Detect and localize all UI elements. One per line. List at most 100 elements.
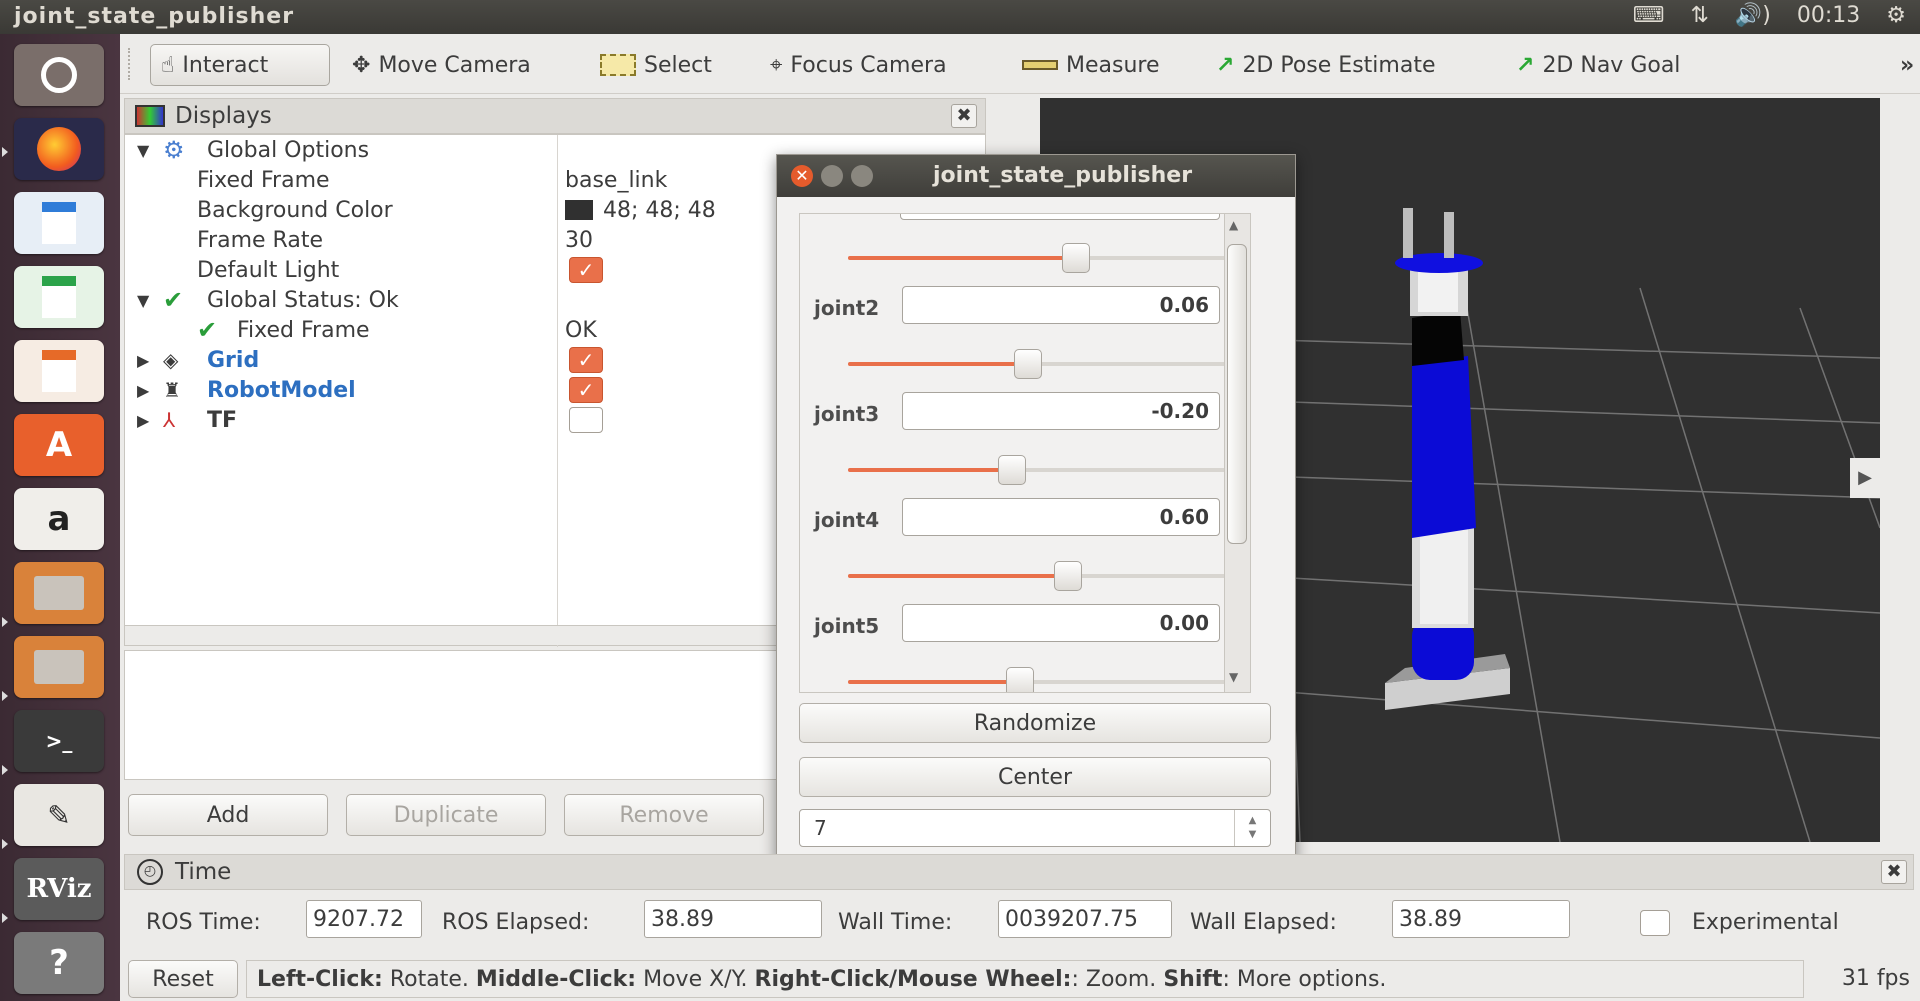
panel-expand-icon[interactable]: ▶ [1850,458,1880,498]
tree-item-grid[interactable]: ▶ ◈ Grid [137,345,259,375]
move-icon: ✥ [352,52,371,78]
grid-checkbox[interactable]: ✓ [569,347,603,373]
joint5-label: joint5 [814,614,880,638]
text-editor-icon[interactable]: ✎ [14,784,104,846]
remove-button[interactable]: Remove [564,794,764,836]
expand-arrow-icon[interactable]: ▼ [137,141,163,160]
check-icon: ✔ [197,316,218,344]
tree-item-status-fixed-frame[interactable]: ✔ Fixed Frame [197,315,370,345]
joint2-slider[interactable] [848,349,1248,379]
interact-button[interactable]: ☝ Interact [150,44,330,86]
slider-handle[interactable] [998,455,1026,485]
files-icon-2[interactable] [14,636,104,698]
joint1-slider[interactable] [848,243,1248,273]
pose-estimate-button[interactable]: ↗ 2D Pose Estimate [1206,44,1445,86]
measure-button[interactable]: Measure [1012,44,1170,86]
spinbox-field[interactable]: 7 ▲ ▼ [799,809,1271,847]
joint1-value-field[interactable] [900,214,1220,220]
experimental-checkbox[interactable] [1640,910,1670,936]
scroll-down-icon[interactable]: ▼ [1229,670,1238,684]
minimize-icon[interactable] [821,165,843,187]
clock[interactable]: 00:13 [1797,3,1860,28]
ruler-icon [1022,60,1058,70]
firefox-icon[interactable] [14,118,104,180]
launcher: A a >_ ✎ RViz ? [0,34,120,1001]
move-camera-button[interactable]: ✥ Move Camera [342,44,541,86]
duplicate-button[interactable]: Duplicate [346,794,546,836]
select-button[interactable]: Select [590,44,722,86]
calc-icon[interactable] [14,266,104,328]
wall-elapsed-field[interactable]: 38.89 [1392,900,1570,938]
amazon-icon[interactable]: a [14,488,104,550]
software-center-icon[interactable]: A [14,414,104,476]
collapse-arrow-icon[interactable]: ▶ [137,351,163,370]
ros-time-label: ROS Time: [146,910,261,935]
joint4-value-field[interactable]: 0.60 [902,498,1220,536]
joint-scroll-area: joint2 0.06 joint3 -0.20 joint4 0.60 joi… [799,213,1251,693]
nav-goal-button[interactable]: ↗ 2D Nav Goal [1506,44,1690,86]
focus-camera-button[interactable]: ⌖ Focus Camera [760,44,957,86]
slider-handle[interactable] [1062,243,1090,273]
spin-arrows-icon[interactable]: ▲ ▼ [1234,810,1270,846]
green-arrow-icon: ↗ [1216,52,1235,78]
ros-elapsed-field[interactable]: 38.89 [644,900,822,938]
tree-item-global-status[interactable]: ▼ ✔ Global Status: Ok [137,285,399,315]
fixed-frame-value[interactable]: base_link [565,165,667,195]
joint-state-publisher-dialog: ✕ joint_state_publisher joint2 0.06 join… [776,154,1296,862]
writer-icon[interactable] [14,192,104,254]
toolbar-overflow-button[interactable]: » [1890,44,1920,86]
help-icon[interactable]: ? [14,932,104,994]
fps-readout: 31 fps [1841,965,1910,991]
collapse-arrow-icon[interactable]: ▶ [137,381,163,400]
monitor-icon [135,105,165,127]
volume-icon[interactable]: 🔊) [1735,3,1771,28]
robot-icon: ♜ [163,378,181,402]
randomize-button[interactable]: Randomize [799,703,1271,743]
keyboard-icon[interactable]: ⌨ [1633,3,1665,28]
wall-time-field[interactable]: 0039207.75 [998,900,1172,938]
tree-item-global-options[interactable]: ▼ ⚙ Global Options [137,135,369,165]
hand-icon: ☝ [161,52,175,78]
joint2-value-field[interactable]: 0.06 [902,286,1220,324]
slider-handle[interactable] [1054,561,1082,591]
rviz-icon[interactable]: RViz [14,858,104,920]
ros-elapsed-label: ROS Elapsed: [442,910,590,935]
ubuntu-icon[interactable] [14,44,104,106]
files-icon[interactable] [14,562,104,624]
joint4-slider[interactable] [848,561,1248,591]
joint5-value-field[interactable]: 0.00 [902,604,1220,642]
expand-arrow-icon[interactable]: ▼ [137,291,163,310]
scrollbar-thumb[interactable] [1227,244,1247,544]
robotmodel-checkbox[interactable]: ✓ [569,377,603,403]
slider-handle[interactable] [1006,667,1034,692]
frame-rate-value[interactable]: 30 [565,225,593,255]
close-icon[interactable]: ✕ [791,165,813,187]
network-icon[interactable]: ⇅ [1690,3,1708,28]
joint3-slider[interactable] [848,455,1248,485]
frame-rate-label: Frame Rate [197,227,323,253]
color-swatch [565,200,593,220]
tf-checkbox[interactable] [569,407,603,433]
scroll-up-icon[interactable]: ▲ [1229,218,1238,232]
collapse-arrow-icon[interactable]: ▶ [137,411,163,430]
ros-time-field[interactable]: 9207.72 [306,900,422,938]
tree-item-tf[interactable]: ▶ ⅄ TF [137,405,237,435]
slider-handle[interactable] [1014,349,1042,379]
impress-icon[interactable] [14,340,104,402]
joint5-slider[interactable] [848,667,1248,692]
close-icon[interactable]: ✖ [951,104,977,128]
close-icon[interactable]: ✖ [1881,860,1907,884]
reset-button[interactable]: Reset [128,960,238,998]
joint3-value-field[interactable]: -0.20 [902,392,1220,430]
time-title: Time [175,859,232,885]
maximize-icon[interactable] [851,165,873,187]
settings-icon[interactable]: ⚙ [1886,3,1906,28]
tree-item-robotmodel[interactable]: ▶ ♜ RobotModel [137,375,356,405]
vertical-scrollbar[interactable]: ▲ ▼ [1224,214,1250,692]
default-light-checkbox[interactable]: ✓ [569,257,603,283]
center-button[interactable]: Center [799,757,1271,797]
status-hint: Left-Click: Rotate. Middle-Click: Move X… [246,960,1804,998]
add-button[interactable]: Add [128,794,328,836]
terminal-icon[interactable]: >_ [14,710,104,772]
background-color-value[interactable]: 48; 48; 48 [565,195,716,225]
